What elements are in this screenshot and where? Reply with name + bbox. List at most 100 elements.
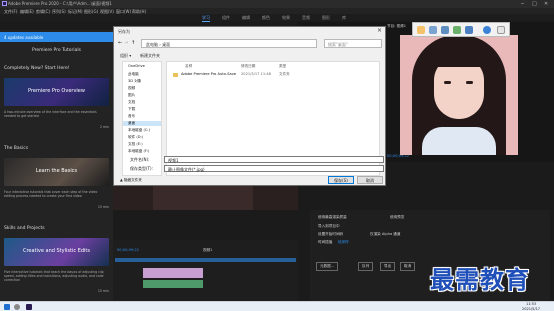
section-title-new: Completely New? Start Here!	[4, 66, 70, 71]
card-duration: 2 min	[99, 125, 109, 129]
maximize-button[interactable]: □	[532, 1, 537, 7]
timeline-timecode: 00;00;09;22	[117, 248, 139, 252]
learn-panel: Premiere Pro Tutorials Completely New? S…	[0, 30, 113, 301]
help-icon[interactable]	[483, 26, 491, 34]
option-import[interactable]: 导入到项目中	[318, 224, 340, 229]
search-icon[interactable]	[14, 304, 20, 310]
workspace-bar: 学习 组件 编辑 颜色 效果 音频 图形 库	[0, 14, 554, 22]
hide-folders-toggle[interactable]: ▲ 隐藏文件夹	[120, 178, 142, 183]
filetype-label: 保存类型(T):	[130, 166, 153, 171]
updates-label: 4 updates available	[4, 35, 44, 40]
breadcrumb-desktop[interactable]: 桌面	[162, 42, 170, 47]
option-start-timecode[interactable]: 设置开始时间码	[318, 232, 343, 237]
breadcrumb-this-pc[interactable]: 此电脑	[146, 42, 158, 47]
export-button[interactable]: 导出	[380, 262, 396, 271]
new-folder-button[interactable]: 新建文件夹	[140, 53, 160, 59]
tab-learning[interactable]: 学习	[202, 15, 210, 22]
collapse-icon[interactable]	[497, 26, 505, 34]
nav-item-music[interactable]: 音乐	[128, 114, 135, 119]
hand-icon[interactable]	[417, 26, 425, 34]
option-alpha[interactable]: 仅渲染 Alpha 通道	[370, 232, 400, 237]
address-bar[interactable]: 此电脑 › 桌面	[141, 39, 317, 48]
filename-label: 文件名(N):	[130, 157, 150, 162]
tab-libraries[interactable]: 库	[342, 15, 346, 21]
cancel-button[interactable]: 取消	[357, 176, 383, 184]
file-type: 文件夹	[279, 72, 290, 76]
column-name[interactable]: 名称	[185, 64, 192, 69]
card-desc: A two-minute overview of the interface a…	[4, 110, 97, 118]
card-duration: 15 min	[97, 205, 109, 209]
timeline-tab[interactable]: 视频1	[203, 248, 212, 253]
file-date: 2021/5/17 11:48	[241, 72, 271, 76]
interp-select[interactable]: 帧采样	[338, 240, 349, 245]
timeline-panel: 00;00;09;22 视频1	[113, 240, 298, 302]
save-button[interactable]: 保存(S)	[328, 176, 354, 184]
option-max-quality[interactable]: 使用最高渲染质量	[318, 215, 347, 220]
nav-item-drive-e[interactable]: 文档 (E:)	[128, 142, 143, 147]
premiere-logo-icon	[2, 1, 7, 6]
nav-item-desktop[interactable]: 桌面	[123, 121, 161, 126]
back-arrow-icon[interactable]: ←	[118, 40, 122, 46]
close-button[interactable]: ✕	[544, 1, 548, 7]
cancel-export-button[interactable]: 取消	[400, 262, 416, 271]
nav-item-documents[interactable]: 文档	[128, 100, 135, 105]
tutorial-card-overview[interactable]: Premiere Pro Overview	[4, 78, 109, 106]
learn-heading: Premiere Pro Tutorials	[32, 48, 81, 53]
audio-track-clip[interactable]	[143, 280, 203, 288]
filetype-select[interactable]: 静止图像文件(*.jpg)	[164, 165, 384, 172]
tab-audio[interactable]: 音频	[302, 15, 310, 21]
nav-item-drive-f[interactable]: 本地磁盘 (F:)	[128, 149, 149, 154]
tab-color[interactable]: 颜色	[262, 15, 270, 21]
timeline-ruler[interactable]	[115, 258, 296, 262]
up-arrow-icon[interactable]: ↑	[131, 40, 135, 46]
image-icon[interactable]	[453, 26, 461, 34]
tab-editing[interactable]: 编辑	[242, 15, 250, 21]
minimize-button[interactable]: ─	[521, 1, 524, 7]
windows-start-icon[interactable]	[4, 304, 10, 310]
title-bar: Adobe Premiere Pro 2020 - C:\用户\Adm...\桌…	[0, 0, 554, 8]
screenshot-icon[interactable]	[429, 26, 437, 34]
option-preview[interactable]: 使用预览	[390, 215, 404, 220]
nav-item-onedrive[interactable]: OneDrive	[128, 64, 145, 68]
premiere-taskbar-icon[interactable]	[26, 304, 32, 310]
section-title-skills: Skills and Projects	[4, 226, 45, 231]
search-input[interactable]: 搜索"桌面"	[324, 39, 382, 48]
forward-arrow-icon[interactable]: →	[124, 40, 128, 46]
card-desc: Four interactive tutorials that cover ea…	[4, 190, 98, 198]
card-title: Premiere Pro Overview	[28, 88, 85, 94]
program-tab[interactable]: 节目: 视频1	[387, 24, 406, 29]
queue-button[interactable]: 队列	[358, 262, 374, 271]
system-clock[interactable]: 11:53 2021/5/17	[522, 302, 540, 311]
video-frame	[400, 35, 518, 155]
dialog-command-bar: 组织 ▾ 新建文件夹	[114, 51, 387, 60]
tab-effects[interactable]: 效果	[282, 15, 290, 21]
nav-item-drive-c[interactable]: 本地磁盘 (C:)	[128, 128, 150, 133]
dialog-close-button[interactable]: ×	[377, 27, 382, 34]
window-title: Adobe Premiere Pro 2020 - C:\用户\Adm...\桌…	[8, 1, 112, 6]
tutorial-card-basics[interactable]: Learn the Basics	[4, 158, 109, 186]
column-type[interactable]: 类型	[279, 64, 286, 69]
save-icon[interactable]	[441, 26, 449, 34]
nav-item-this-pc[interactable]: 此电脑	[128, 72, 139, 77]
video-track-clip[interactable]	[143, 268, 203, 278]
organize-button[interactable]: 组织 ▾	[120, 53, 131, 59]
nav-item-videos[interactable]: 视频	[128, 86, 135, 91]
metadata-button[interactable]: 元数据...	[316, 262, 339, 271]
nav-item-3d-objects[interactable]: 3D 对象	[128, 79, 141, 84]
file-row[interactable]: Adobe Premiere Pro Auto-Save 2021/5/17 1…	[167, 72, 379, 78]
dialog-nav-row: ← → ↑ 此电脑 › 桌面 搜索"桌面"	[114, 37, 387, 51]
card-duration: 15 min	[97, 289, 109, 293]
updates-banner[interactable]: 4 updates available	[0, 32, 113, 42]
tab-assembly[interactable]: 组件	[222, 15, 230, 21]
tab-graphics[interactable]: 图形	[322, 15, 330, 21]
filename-input[interactable]: 视频1	[164, 156, 384, 163]
nav-item-downloads[interactable]: 下载	[128, 107, 135, 112]
folder-icon	[173, 73, 178, 77]
file-name: Adobe Premiere Pro Auto-Save	[181, 72, 237, 76]
column-date[interactable]: 修改日期	[241, 64, 255, 69]
card-title: Learn the Basics	[35, 168, 78, 174]
nav-item-pictures[interactable]: 图片	[128, 93, 135, 98]
nav-item-drive-d[interactable]: 软件 (D:)	[128, 135, 143, 140]
chart-icon[interactable]	[465, 26, 473, 34]
tutorial-card-creative[interactable]: Creative and Stylistic Edits	[4, 238, 109, 266]
